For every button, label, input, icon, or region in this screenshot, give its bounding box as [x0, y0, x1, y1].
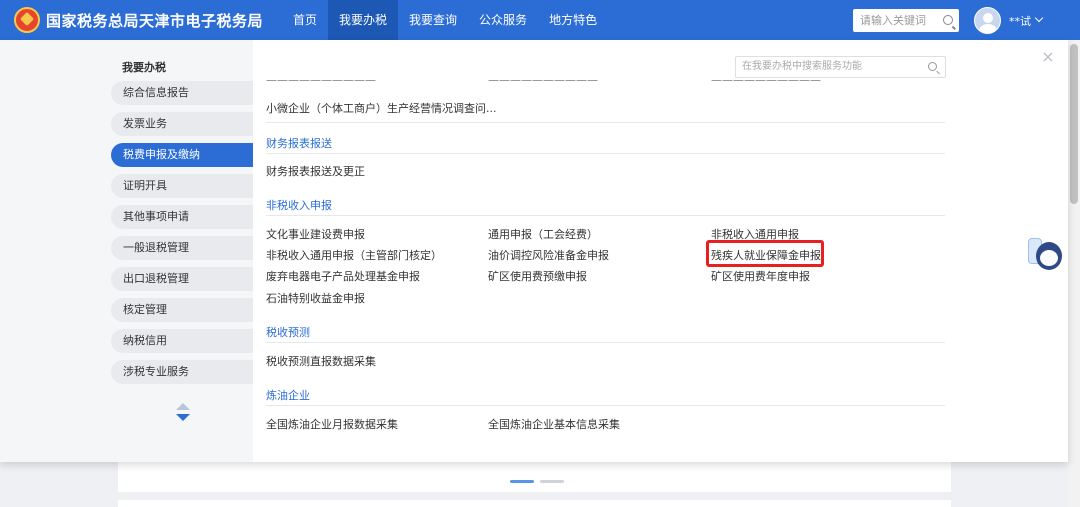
section-title-tax-forecast: 税收预测 [266, 326, 310, 339]
user-name[interactable]: **试 [1009, 13, 1031, 29]
sidebar-title: 我要办税 [122, 61, 166, 74]
nav-local-features[interactable]: 地方特色 [538, 0, 608, 40]
partial-link[interactable]: —————————— [266, 80, 376, 88]
divider [266, 122, 945, 123]
nav-public-service[interactable]: 公众服务 [468, 0, 538, 40]
link-oil-price-fund[interactable]: 油价调控风险准备金申报 [488, 247, 609, 263]
link-small-enterprise-survey[interactable]: 小微企业（个体工商户）生产经营情况调查问... [266, 100, 497, 116]
section-title-financial-report: 财务报表报送 [266, 137, 332, 150]
header-search-placeholder: 请输入关键词 [860, 14, 926, 27]
menu-content: 在我要办税中搜索服务功能 × —————————— —————————— ———… [253, 40, 1068, 462]
section-title-refinery: 炼油企业 [266, 389, 310, 402]
divider [266, 342, 945, 343]
nav-tax-handling[interactable]: 我要办税 [328, 0, 399, 40]
divider [266, 153, 945, 154]
sidebar-item-tax-credit[interactable]: 纳税信用 [111, 329, 253, 353]
close-icon[interactable]: × [1041, 49, 1055, 65]
link-culture-fee[interactable]: 文化事业建设费申报 [266, 226, 365, 242]
link-oil-special-income[interactable]: 石油特别收益金申报 [266, 290, 365, 306]
highlight-annotation [706, 240, 824, 267]
partial-link[interactable]: —————————— [711, 80, 821, 88]
function-search-input[interactable]: 在我要办税中搜索服务功能 [735, 56, 946, 78]
section-title-non-tax-income: 非税收入申报 [266, 199, 332, 212]
menu-dropdown-panel: 我要办税 综合信息报告 发票业务 税费申报及缴纳 证明开具 其他事项申请 一般退… [0, 40, 1068, 462]
site-title: 国家税务总局天津市电子税务局 [46, 12, 264, 30]
sidebar: 我要办税 综合信息报告 发票业务 税费申报及缴纳 证明开具 其他事项申请 一般退… [0, 40, 253, 462]
arrow-up-icon[interactable] [176, 403, 190, 410]
link-tax-forecast-data[interactable]: 税收预测直报数据采集 [266, 353, 376, 369]
assistant-bot-icon[interactable] [1024, 232, 1068, 276]
bottom-card-second [118, 500, 951, 507]
sidebar-item-export-refund[interactable]: 出口退税管理 [111, 267, 253, 291]
link-union-fee[interactable]: 通用申报（工会经费） [488, 226, 598, 242]
sidebar-item-professional-service[interactable]: 涉税专业服务 [111, 360, 253, 384]
search-icon[interactable] [928, 62, 937, 71]
bottom-card [118, 462, 951, 492]
nav-query[interactable]: 我要查询 [398, 0, 468, 40]
link-financial-report-submit[interactable]: 财务报表报送及更正 [266, 163, 365, 179]
carousel-indicator-active[interactable] [510, 480, 534, 483]
bot-face [1040, 250, 1058, 266]
search-icon[interactable] [943, 15, 953, 25]
link-mining-fee-prepay[interactable]: 矿区使用费预缴申报 [488, 268, 587, 284]
sidebar-item-certificate[interactable]: 证明开具 [111, 174, 253, 198]
scrollbar-thumb[interactable] [1070, 44, 1078, 204]
sidebar-item-tax-declaration[interactable]: 税费申报及缴纳 [111, 143, 253, 167]
sidebar-item-other-application[interactable]: 其他事项申请 [111, 205, 253, 229]
sidebar-item-general-refund[interactable]: 一般退税管理 [111, 236, 253, 260]
link-non-tax-general-dept[interactable]: 非税收入通用申报（主管部门核定） [266, 247, 442, 263]
link-refinery-monthly[interactable]: 全国炼油企业月报数据采集 [266, 416, 398, 432]
tax-bureau-logo-icon [14, 7, 40, 33]
link-mining-fee-annual[interactable]: 矿区使用费年度申报 [711, 268, 810, 284]
divider [266, 215, 945, 216]
carousel-indicator[interactable] [540, 480, 564, 483]
link-electronic-waste-fund[interactable]: 废弃电器电子产品处理基金申报 [266, 268, 420, 284]
top-header: 国家税务总局天津市电子税务局 首页 我要办税 我要查询 公众服务 地方特色 请输… [0, 0, 1080, 40]
chevron-down-icon[interactable] [1034, 13, 1044, 23]
sidebar-scroll-arrows[interactable] [176, 403, 190, 421]
link-refinery-basic-info[interactable]: 全国炼油企业基本信息采集 [488, 416, 620, 432]
partial-link[interactable]: —————————— [488, 80, 598, 88]
user-avatar[interactable] [974, 7, 1001, 34]
sidebar-item-invoice[interactable]: 发票业务 [111, 112, 253, 136]
header-search-input[interactable]: 请输入关键词 [853, 9, 959, 32]
main-nav: 首页 我要办税 我要查询 公众服务 地方特色 [282, 0, 608, 40]
sidebar-item-comprehensive-report[interactable]: 综合信息报告 [111, 81, 253, 105]
nav-home[interactable]: 首页 [282, 0, 328, 40]
page-scrollbar[interactable] [1068, 40, 1080, 507]
sidebar-item-assessment[interactable]: 核定管理 [111, 298, 253, 322]
function-search-placeholder: 在我要办税中搜索服务功能 [742, 61, 862, 72]
divider [266, 405, 945, 406]
arrow-down-icon[interactable] [176, 414, 190, 421]
